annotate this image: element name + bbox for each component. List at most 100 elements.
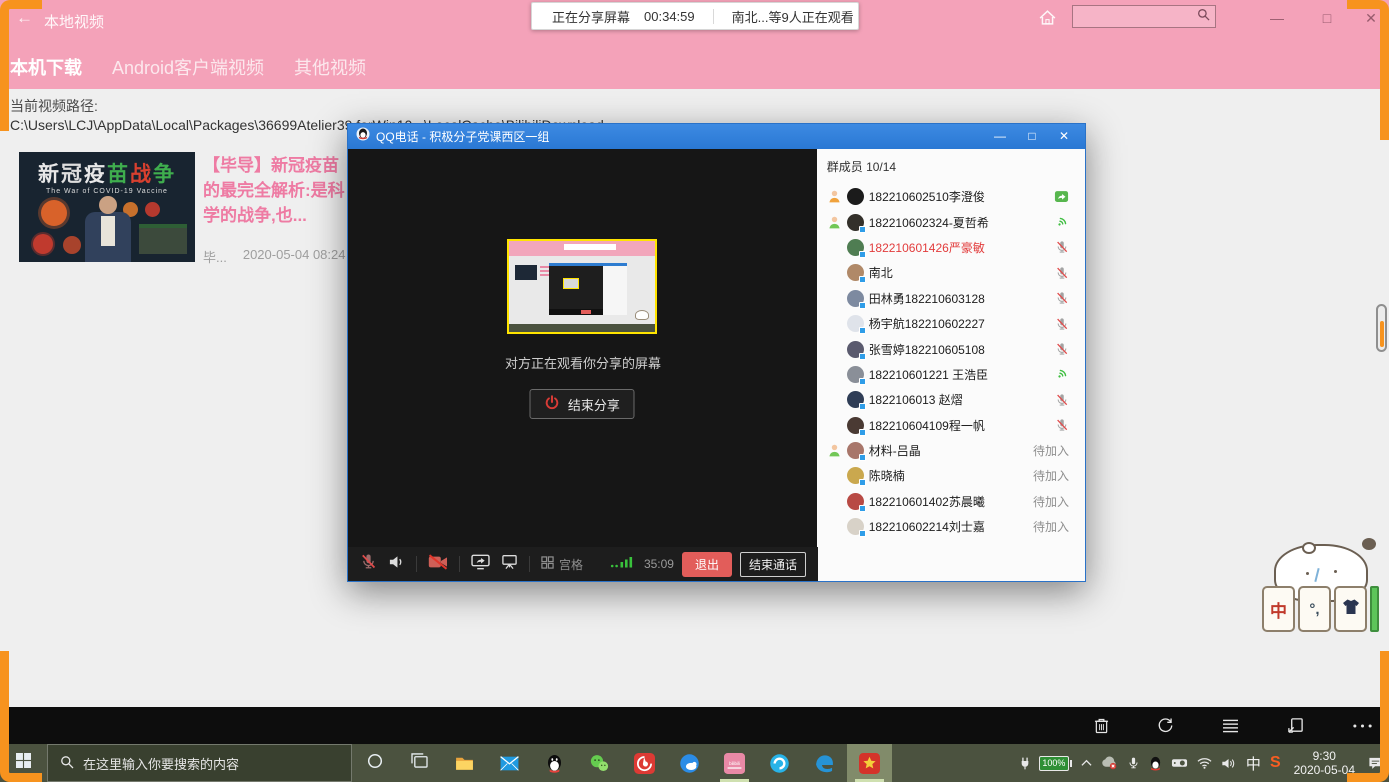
projector-icon[interactable] — [1171, 757, 1188, 769]
member-row[interactable]: 南北 — [817, 260, 1085, 285]
refresh-icon[interactable] — [1157, 717, 1174, 734]
cortana-button[interactable] — [352, 744, 397, 782]
tab-other[interactable]: 其他视频 — [294, 54, 366, 80]
taskbar-wechat-icon[interactable] — [577, 744, 622, 782]
whiteboard-icon[interactable] — [501, 554, 518, 575]
ime-skin-key[interactable] — [1334, 586, 1367, 632]
start-button[interactable] — [0, 744, 47, 782]
ime-pet-widget[interactable]: 中 °, — [1260, 542, 1384, 636]
qq-tray-icon[interactable] — [1149, 756, 1162, 771]
search-input[interactable] — [1072, 5, 1216, 28]
tab-local-download[interactable]: 本机下载 — [10, 54, 82, 80]
trash-icon[interactable] — [1094, 717, 1109, 734]
video-thumbnail[interactable]: 新冠疫苗战争 The War of COVID-19 Vaccine — [19, 152, 195, 262]
camera-off-icon[interactable] — [428, 554, 448, 575]
share-viewers-text: 南北...等9人正在观看 — [732, 7, 854, 26]
avatar[interactable] — [847, 391, 864, 408]
member-row[interactable]: 182210601221 王浩臣 — [817, 362, 1085, 387]
cloud-error-icon[interactable] — [1101, 756, 1118, 770]
taskbar-mail-icon[interactable] — [487, 744, 532, 782]
avatar[interactable] — [847, 417, 864, 434]
member-row[interactable]: 182210602510李澄俊 — [817, 184, 1085, 209]
app-maximize-button[interactable]: □ — [1312, 6, 1342, 30]
taskbar-edge-icon[interactable] — [802, 744, 847, 782]
member-row[interactable]: 182210604109程一帆 — [817, 413, 1085, 438]
app-minimize-button[interactable]: — — [1262, 6, 1292, 30]
mobile-badge-icon — [859, 505, 866, 512]
ime-language-button[interactable]: 中 — [1246, 753, 1261, 774]
tab-android-client[interactable]: Android客户端视频 — [112, 54, 264, 80]
speaking-icon — [1029, 367, 1069, 381]
member-name: 182210602214刘士嘉 — [869, 518, 1029, 535]
home-icon[interactable] — [1038, 9, 1062, 33]
member-row[interactable]: 陈晓楠待加入 — [817, 463, 1085, 488]
speaker-icon[interactable] — [388, 554, 405, 575]
member-row[interactable]: 材料-吕晶待加入 — [817, 438, 1085, 463]
member-row[interactable]: 张雪婷182210605108 — [817, 336, 1085, 361]
taskbar-file-explorer-icon[interactable] — [442, 744, 487, 782]
back-icon[interactable]: ← — [16, 8, 33, 28]
chevron-up-icon[interactable] — [1081, 759, 1092, 767]
list-icon[interactable] — [1222, 719, 1239, 733]
member-row[interactable]: 182210601426严豪敏 — [817, 235, 1085, 260]
member-row[interactable]: 1822106013 赵熠 — [817, 387, 1085, 412]
end-share-button[interactable]: 结束分享 — [530, 389, 635, 419]
avatar[interactable] — [847, 188, 864, 205]
avatar[interactable] — [847, 341, 864, 358]
avatar[interactable] — [847, 467, 864, 484]
app-close-button[interactable]: ✕ — [1356, 6, 1386, 30]
plug-icon[interactable] — [1020, 756, 1030, 771]
search-placeholder: 在这里输入你要搜索的内容 — [83, 754, 239, 773]
action-center-icon[interactable] — [1368, 756, 1383, 770]
exit-button[interactable]: 退出 — [682, 552, 732, 577]
taskbar-search-input[interactable]: 在这里输入你要搜索的内容 — [47, 744, 352, 782]
avatar[interactable] — [847, 366, 864, 383]
task-view-button[interactable] — [397, 744, 442, 782]
more-icon[interactable] — [1352, 723, 1373, 729]
avatar[interactable] — [847, 442, 864, 459]
taskbar-bilibili-icon[interactable]: bilibili — [712, 744, 757, 782]
qq-close-button[interactable]: ✕ — [1051, 124, 1077, 149]
taskbar-qq-icon[interactable] — [532, 744, 577, 782]
volume-icon[interactable] — [1221, 757, 1237, 770]
taskbar-netease-music-icon[interactable] — [622, 744, 667, 782]
avatar[interactable] — [847, 315, 864, 332]
member-row[interactable]: 182210601402苏晨曦待加入 — [817, 489, 1085, 514]
popout-icon[interactable] — [1287, 717, 1304, 734]
qq-maximize-button[interactable]: □ — [1019, 124, 1045, 149]
screen-share-banner[interactable]: 正在分享屏幕 00:34:59 南北...等9人正在观看 — [531, 2, 859, 30]
avatar[interactable] — [847, 493, 864, 510]
taskbar-qq-browser-icon[interactable] — [667, 744, 712, 782]
scrollbar[interactable] — [1376, 304, 1387, 352]
taskbar-bilibili-uwp-icon[interactable] — [847, 744, 892, 782]
mobile-badge-icon — [859, 479, 866, 486]
avatar[interactable] — [847, 518, 864, 535]
mic-muted-icon[interactable] — [360, 553, 377, 575]
avatar[interactable] — [847, 214, 864, 231]
mobile-badge-icon — [859, 327, 866, 334]
sogou-ime-icon[interactable]: S — [1270, 754, 1281, 772]
qq-title-bar[interactable]: QQ电话 - 积极分子党课西区一组 — □ ✕ — [348, 124, 1085, 149]
ime-punct-key[interactable]: °, — [1298, 586, 1331, 632]
avatar[interactable] — [847, 264, 864, 281]
battery-indicator[interactable]: 100% — [1039, 756, 1072, 771]
member-row[interactable]: 杨宇航182210602227 — [817, 311, 1085, 336]
member-row[interactable]: 182210602324-夏哲希 — [817, 209, 1085, 234]
taskbar-browser-e-icon[interactable] — [757, 744, 802, 782]
end-call-button[interactable]: 结束通话 — [740, 552, 806, 577]
taskbar-clock[interactable]: 9:30 2020-05-04 — [1294, 749, 1355, 777]
screen-share-icon[interactable] — [471, 554, 490, 575]
qq-minimize-button[interactable]: — — [987, 124, 1013, 149]
shared-screen-preview[interactable] — [507, 239, 657, 334]
app-command-bar — [0, 707, 1389, 744]
member-row[interactable]: 182210602214刘士嘉待加入 — [817, 514, 1085, 539]
wifi-icon[interactable] — [1197, 757, 1212, 769]
member-row[interactable]: 田林勇182210603128 — [817, 286, 1085, 311]
microphone-icon[interactable] — [1127, 756, 1140, 770]
grid-view-button[interactable]: 宫格 — [541, 556, 583, 573]
ime-mode-key[interactable]: 中 — [1262, 586, 1295, 632]
video-title[interactable]: 【毕导】新冠疫苗的最完全解析:是科学的战争,也... — [203, 153, 345, 228]
avatar[interactable] — [847, 290, 864, 307]
avatar[interactable] — [847, 239, 864, 256]
qq-window-title: QQ电话 - 积极分子党课西区一组 — [376, 128, 981, 145]
